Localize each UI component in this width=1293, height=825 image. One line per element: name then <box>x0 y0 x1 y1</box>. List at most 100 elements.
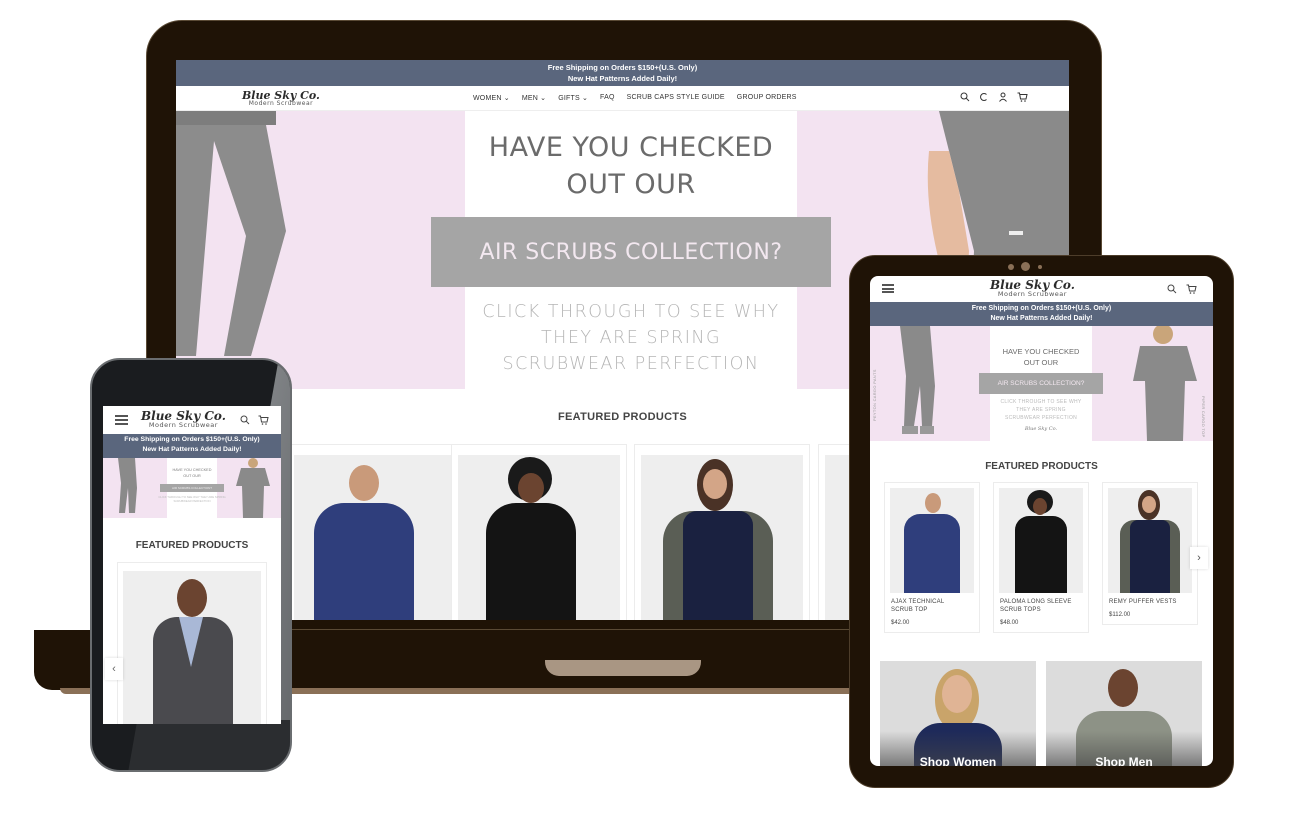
air-scrubs-collection-button[interactable]: AIR SCRUBS COLLECTION? <box>160 484 224 492</box>
hero-subtext: CLICK THROUGH TO SEE WHY THEY ARE SPRING… <box>465 299 797 377</box>
logo-tagline: Modern Scrubwear <box>248 100 314 107</box>
carousel-next-button[interactable]: › <box>1190 547 1208 569</box>
shop-women-tile[interactable]: Shop Women <box>880 661 1036 766</box>
logo-tagline: Modern Scrubwear <box>148 421 218 429</box>
menu-icon[interactable] <box>115 415 128 425</box>
product-card[interactable] <box>634 444 810 620</box>
left-product-label: PEYTON CARGO PANTS <box>872 369 877 421</box>
hero-subtext-line1: CLICK THROUGH TO SEE WHY <box>482 302 780 322</box>
tablet-website: Blue Sky Co. Modern Scrubwear Free Shipp… <box>870 276 1213 766</box>
model-pants-image <box>176 111 286 356</box>
promo-line-2: New Hat Patterns Added Daily! <box>142 446 242 453</box>
product-card[interactable] <box>287 444 463 620</box>
product-card[interactable] <box>451 444 627 620</box>
hero-subtext-line3: SCRUBWEAR PERFECTION <box>502 354 760 374</box>
product-card[interactable] <box>117 562 267 724</box>
air-scrubs-collection-button[interactable]: AIR SCRUBS COLLECTION? <box>979 373 1103 394</box>
shop-women-label[interactable]: Shop Women <box>880 755 1036 766</box>
nav-women[interactable]: WOMEN ⌄ <box>473 94 510 102</box>
product-price: $42.00 <box>891 620 910 626</box>
promo-bar: Free Shipping on Orders $150+(U.S. Only)… <box>103 434 281 458</box>
carousel-prev-button[interactable]: ‹ <box>105 658 123 680</box>
right-product-label: PIPER CARGO TOP <box>1201 396 1206 438</box>
search-icon[interactable] <box>1167 284 1177 294</box>
phone-header: Blue Sky Co. Modern Scrubwear <box>103 406 281 434</box>
hero-subtext-line2: THEY ARE SPRING <box>540 328 722 348</box>
tablet-sensor <box>1038 265 1042 269</box>
promo-bar: Free Shipping on Orders $150+(U.S. Only)… <box>870 302 1213 326</box>
cart-icon[interactable] <box>258 415 269 425</box>
product-image-remy <box>641 455 803 620</box>
tablet-header: Blue Sky Co. Modern Scrubwear <box>870 276 1213 302</box>
nav-group-orders[interactable]: GROUP ORDERS <box>737 94 797 102</box>
menu-icon[interactable] <box>882 284 894 293</box>
product-name[interactable]: AJAX TECHNICAL SCRUB TOP <box>891 598 973 614</box>
promo-line-2: New Hat Patterns Added Daily! <box>567 74 678 83</box>
promo-line-1: Free Shipping on Orders $150+(U.S. Only) <box>547 63 698 72</box>
hero-headline-line2: OUT OUR <box>183 473 201 478</box>
tablet-sensor <box>1008 264 1014 270</box>
hero-subtext: CLICK THROUGH TO SEE WHY THEY ARE SPRING… <box>158 495 226 503</box>
promo-line-1: Free Shipping on Orders $150+(U.S. Only) <box>124 436 260 443</box>
hero-headline-line1: HAVE YOU CHECKED <box>1002 347 1080 356</box>
featured-products-heading: FEATURED PRODUCTS <box>135 540 249 551</box>
nav-gifts[interactable]: GIFTS ⌄ <box>558 94 588 102</box>
model-pants-image <box>900 326 935 434</box>
search-icon[interactable] <box>240 415 250 425</box>
featured-products-heading: FEATURED PRODUCTS <box>985 461 1098 472</box>
product-image-paloma <box>458 455 620 620</box>
hero-headline: HAVE YOU CHECKED OUT OUR <box>157 468 227 479</box>
hero-subtext-line1: CLICK THROUGH TO SEE WHY <box>1000 399 1082 405</box>
hero-headline-line2: OUT OUR <box>566 169 696 200</box>
hero-headline-line2: OUT OUR <box>1023 358 1059 367</box>
phone-glare <box>126 720 290 770</box>
logo[interactable]: Blue Sky Co. Modern Scrubwear <box>990 279 1075 298</box>
main-nav: WOMEN ⌄ MEN ⌄ GIFTS ⌄ FAQ SCRUB CAPS STY… <box>473 94 797 102</box>
hero-banner[interactable]: PEYTON CARGO PANTS PIPER CARGO TOP HAVE … <box>870 326 1213 441</box>
account-icon[interactable] <box>998 92 1008 102</box>
hero-banner[interactable]: HAVE YOU CHECKED OUT OUR AIR SCRUBS COLL… <box>103 458 281 518</box>
header-icons <box>960 92 1028 102</box>
product-image-paloma <box>999 488 1083 593</box>
hero-subtext-line3: SCRUBWEAR PERFECTION <box>1004 415 1078 421</box>
hero-subtext: CLICK THROUGH TO SEE WHY THEY ARE SPRING… <box>980 398 1102 422</box>
product-card[interactable]: REMY PUFFER VESTS $112.00 <box>1102 482 1198 625</box>
hero-headline: HAVE YOU CHECKED OUT OUR <box>465 129 797 203</box>
hero-headline: HAVE YOU CHECKED OUT OUR <box>980 346 1102 368</box>
phone-website: Blue Sky Co. Modern Scrubwear Free Shipp… <box>103 406 281 724</box>
product-card[interactable]: PALOMA LONG SLEEVE SCRUB TOPS $48.00 <box>993 482 1089 633</box>
tablet-camera <box>1021 262 1030 271</box>
model-top-image <box>1133 326 1197 441</box>
model-pants-image <box>118 458 137 513</box>
cart-icon[interactable] <box>1186 284 1197 294</box>
product-image-ajax <box>294 455 456 620</box>
nav-scrub-caps-style-guide[interactable]: SCRUB CAPS STYLE GUIDE <box>627 94 725 102</box>
model-top-image <box>236 458 270 518</box>
promo-line-2: New Hat Patterns Added Daily! <box>990 315 1093 322</box>
air-scrubs-collection-button[interactable]: AIR SCRUBS COLLECTION? <box>431 217 831 287</box>
nav-men[interactable]: MEN ⌄ <box>522 94 546 102</box>
shop-men-tile[interactable]: Shop Men <box>1046 661 1202 766</box>
site-header: Blue Sky Co. Modern Scrubwear WOMEN ⌄ ME… <box>176 86 1069 111</box>
cart-icon[interactable] <box>1017 92 1028 102</box>
logo-tagline: Modern Scrubwear <box>997 290 1067 298</box>
search-icon[interactable] <box>960 92 970 102</box>
laptop-notch <box>545 660 701 676</box>
logo[interactable]: Blue Sky Co. Modern Scrubwear <box>141 410 226 429</box>
product-name[interactable]: REMY PUFFER VESTS <box>1109 598 1191 606</box>
promo-line-1: Free Shipping on Orders $150+(U.S. Only) <box>971 305 1112 312</box>
product-card[interactable]: AJAX TECHNICAL SCRUB TOP $42.00 <box>884 482 980 633</box>
hero-signature: Blue Sky Co. <box>1024 426 1058 432</box>
currency-icon[interactable] <box>979 92 989 102</box>
promo-bar: Free Shipping on Orders $150+(U.S. Only)… <box>176 60 1069 86</box>
hero-subtext-line2: THEY ARE SPRING <box>1016 407 1066 413</box>
nav-faq[interactable]: FAQ <box>600 94 615 102</box>
product-name[interactable]: PALOMA LONG SLEEVE SCRUB TOPS <box>1000 598 1082 614</box>
logo[interactable]: Blue Sky Co. Modern Scrubwear <box>242 90 320 107</box>
hero-headline-line1: HAVE YOU CHECKED <box>488 132 774 163</box>
product-price: $48.00 <box>1000 620 1019 626</box>
product-image-remy <box>1108 488 1192 593</box>
product-image-ajax <box>890 488 974 593</box>
shop-men-label[interactable]: Shop Men <box>1046 755 1202 766</box>
product-image-hoodie <box>123 571 261 724</box>
